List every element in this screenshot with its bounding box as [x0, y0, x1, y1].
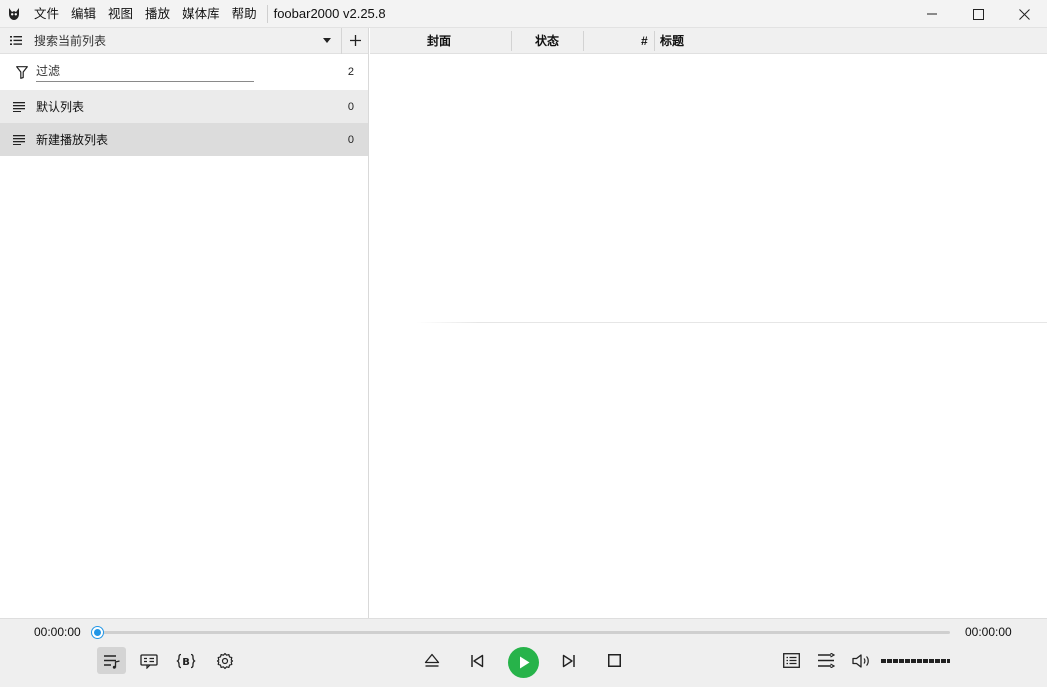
divider-line	[416, 322, 1047, 323]
volume-slider[interactable]	[881, 659, 950, 663]
eject-button[interactable]	[419, 647, 445, 674]
next-icon	[562, 654, 575, 667]
menu-library[interactable]: 媒体库	[176, 0, 226, 28]
playlist-search-bar: 搜索当前列表	[0, 27, 368, 54]
playlist-view-button[interactable]	[778, 647, 804, 674]
playlist-track-count: 0	[347, 100, 354, 113]
menu-playback[interactable]: 播放	[139, 0, 176, 28]
menu-edit[interactable]: 编辑	[65, 0, 102, 28]
filter-input[interactable]: 过滤	[36, 62, 254, 82]
play-button[interactable]	[507, 646, 539, 678]
playlist-track-count: 0	[347, 133, 354, 146]
queue-icon	[818, 653, 835, 668]
playlist-icon	[13, 134, 29, 145]
close-icon	[1018, 8, 1030, 20]
queue-button[interactable]	[813, 647, 839, 674]
add-playlist-button[interactable]	[342, 28, 368, 54]
playlist-name: 默认列表	[36, 100, 85, 114]
volume-icon	[851, 653, 869, 668]
column-divider[interactable]	[654, 31, 655, 51]
total-time: 00:00:00	[965, 625, 1012, 639]
filter-count: 2	[347, 66, 354, 78]
column-header-bar: 封面 状态 # 标题	[370, 28, 1047, 54]
title-divider	[266, 4, 268, 23]
close-button[interactable]	[1001, 0, 1047, 28]
stop-icon	[607, 654, 621, 667]
window-title: foobar2000 v2.25.8	[273, 6, 386, 21]
bitrate-icon: B	[176, 653, 196, 668]
play-icon	[507, 646, 539, 678]
elapsed-time: 00:00:00	[34, 625, 81, 639]
maximize-button[interactable]	[955, 0, 1001, 28]
playback-control-bar: 00:00:00 00:00:00 B	[0, 618, 1047, 687]
previous-button[interactable]	[464, 647, 490, 674]
eject-icon	[424, 653, 440, 667]
column-divider[interactable]	[511, 31, 512, 51]
column-header-status[interactable]: 状态	[535, 28, 559, 54]
playlist-item-new[interactable]: 新建播放列表 0	[0, 123, 368, 156]
column-header-title[interactable]: 标题	[660, 28, 684, 54]
title-bar: 文件 编辑 视图 播放 媒体库 帮助 foobar2000 v2.25.8	[0, 0, 1047, 28]
playlist-view[interactable]: 封面 状态 # 标题	[370, 28, 1047, 618]
list-icon	[10, 35, 32, 46]
chevron-down-icon[interactable]	[317, 38, 337, 43]
bitrate-button[interactable]: B	[173, 647, 199, 674]
maximize-icon	[972, 8, 984, 20]
next-button[interactable]	[556, 647, 582, 674]
menu-file[interactable]: 文件	[28, 0, 65, 28]
previous-icon	[471, 654, 484, 667]
foobar-logo-icon[interactable]	[0, 0, 28, 28]
playlist-search-input[interactable]: 搜索当前列表	[34, 32, 317, 49]
filter-icon	[16, 65, 32, 79]
settings-icon	[216, 652, 234, 669]
column-divider[interactable]	[583, 31, 584, 51]
playlist-view-icon	[782, 653, 800, 668]
seek-handle[interactable]	[91, 627, 103, 638]
playlist-music-button[interactable]	[97, 647, 126, 674]
filter-row: 过滤 2	[0, 54, 368, 90]
menu-help[interactable]: 帮助	[226, 0, 263, 28]
volume-button[interactable]	[848, 647, 874, 674]
svg-text:B: B	[182, 657, 190, 668]
seek-bar[interactable]	[97, 631, 950, 634]
lyrics-icon	[140, 653, 158, 669]
playlist-item-default[interactable]: 默认列表 0	[0, 90, 368, 123]
lyrics-button[interactable]	[136, 647, 162, 674]
stop-button[interactable]	[601, 647, 627, 674]
playlist-music-icon	[103, 654, 120, 669]
plus-icon	[349, 35, 361, 46]
menu-view[interactable]: 视图	[102, 0, 139, 28]
playlist-manager-panel: 搜索当前列表 过滤 2 默认列表 0 新建播放列表 0	[0, 27, 369, 618]
minimize-button[interactable]	[909, 0, 955, 28]
minimize-icon	[927, 13, 937, 15]
playlist-icon	[13, 101, 29, 112]
playlist-name: 新建播放列表	[36, 133, 109, 147]
column-header-number[interactable]: #	[641, 28, 648, 54]
menu-bar: 文件 编辑 视图 播放 媒体库 帮助	[28, 0, 263, 28]
settings-button[interactable]	[212, 647, 238, 674]
window-controls	[909, 0, 1047, 28]
column-header-cover[interactable]: 封面	[427, 28, 451, 54]
